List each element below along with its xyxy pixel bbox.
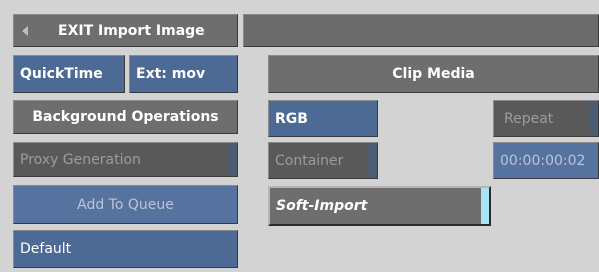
import-image-panel: { "exit_button": { "label": "EXIT Import… <box>0 0 599 272</box>
exit-label: EXIT Import Image <box>58 22 205 39</box>
proxy-generation-button[interactable]: Proxy Generation <box>13 142 238 177</box>
clip-media-label: Clip Media <box>268 55 599 93</box>
extension-field[interactable]: Ext: mov <box>129 55 238 93</box>
add-to-queue-button[interactable]: Add To Queue <box>13 185 238 224</box>
background-operations-label: Background Operations <box>13 100 238 134</box>
quicktime-format-button[interactable]: QuickTime <box>13 55 125 93</box>
rgb-button[interactable]: RGB <box>268 100 378 137</box>
toggle-on-indicator <box>481 188 489 224</box>
toggle-indicator <box>228 143 237 176</box>
toggle-indicator <box>590 101 598 136</box>
container-button[interactable]: Container <box>268 142 378 179</box>
toggle-indicator <box>368 143 377 178</box>
default-button[interactable]: Default <box>13 230 238 268</box>
repeat-button[interactable]: Repeat <box>493 100 599 137</box>
header-bar <box>243 14 599 47</box>
timecode-field[interactable]: 00:00:00:02 <box>493 142 599 179</box>
triangle-left-icon <box>22 26 28 36</box>
exit-import-image-button[interactable]: EXIT Import Image <box>13 14 238 47</box>
soft-import-toggle[interactable]: Soft-Import <box>268 186 491 226</box>
